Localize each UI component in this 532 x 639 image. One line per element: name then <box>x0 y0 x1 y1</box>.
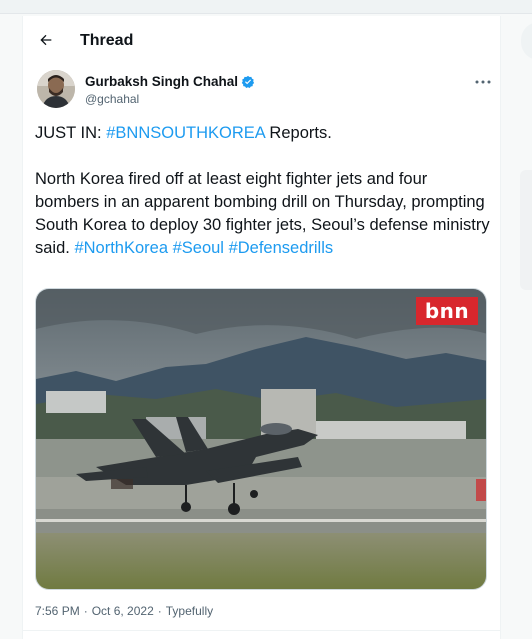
thread-header: Thread <box>23 16 500 66</box>
tweet-media-image[interactable]: bnn <box>35 288 487 590</box>
tweet-time[interactable]: 7:56 PM <box>35 604 80 618</box>
more-dots-icon <box>475 80 491 84</box>
tweet-prefix: JUST IN: <box>35 124 107 142</box>
meta-separator: · <box>157 604 162 618</box>
hashtag-northkorea[interactable]: #NorthKorea <box>74 239 168 257</box>
bnn-logo: bnn <box>416 297 478 325</box>
tweet-body: North Korea fired off at least eight fig… <box>35 168 495 260</box>
hashtag-bnnsouthkorea[interactable]: #BNNSOUTHKOREA <box>106 124 265 142</box>
meta-separator: · <box>83 604 88 618</box>
thread-column: Thread Gurbaksh Singh Chahal @gchahal JU… <box>22 16 501 639</box>
tweet-date[interactable]: Oct 6, 2022 <box>92 604 154 618</box>
more-options-button[interactable] <box>472 74 494 90</box>
hashtag-seoul[interactable]: #Seoul <box>173 239 224 257</box>
tweet-suffix: Reports. <box>264 124 332 142</box>
divider <box>23 630 500 631</box>
back-button[interactable] <box>31 25 61 55</box>
tweet-source[interactable]: Typefully <box>166 604 213 618</box>
avatar[interactable] <box>37 70 75 108</box>
author-name-row[interactable]: Gurbaksh Singh Chahal <box>85 74 255 89</box>
fighter-jet-photo <box>36 289 486 589</box>
sidebar-search-edge <box>521 22 532 60</box>
author-handle[interactable]: @gchahal <box>85 92 139 106</box>
tweet-text: JUST IN: #BNNSOUTHKOREA Reports. North K… <box>35 122 495 260</box>
tweet-meta: 7:56 PM · Oct 6, 2022 · Typefully <box>35 604 213 618</box>
sidebar-card-edge <box>520 170 532 290</box>
arrow-left-icon <box>40 34 52 46</box>
author-display-name[interactable]: Gurbaksh Singh Chahal <box>85 74 238 89</box>
page-title: Thread <box>80 32 134 49</box>
verified-badge-icon <box>241 75 255 88</box>
browser-top-strip <box>0 0 532 14</box>
hashtag-defensedrills[interactable]: #Defensedrills <box>229 239 334 257</box>
tweet-line-1: JUST IN: #BNNSOUTHKOREA Reports. <box>35 122 495 145</box>
